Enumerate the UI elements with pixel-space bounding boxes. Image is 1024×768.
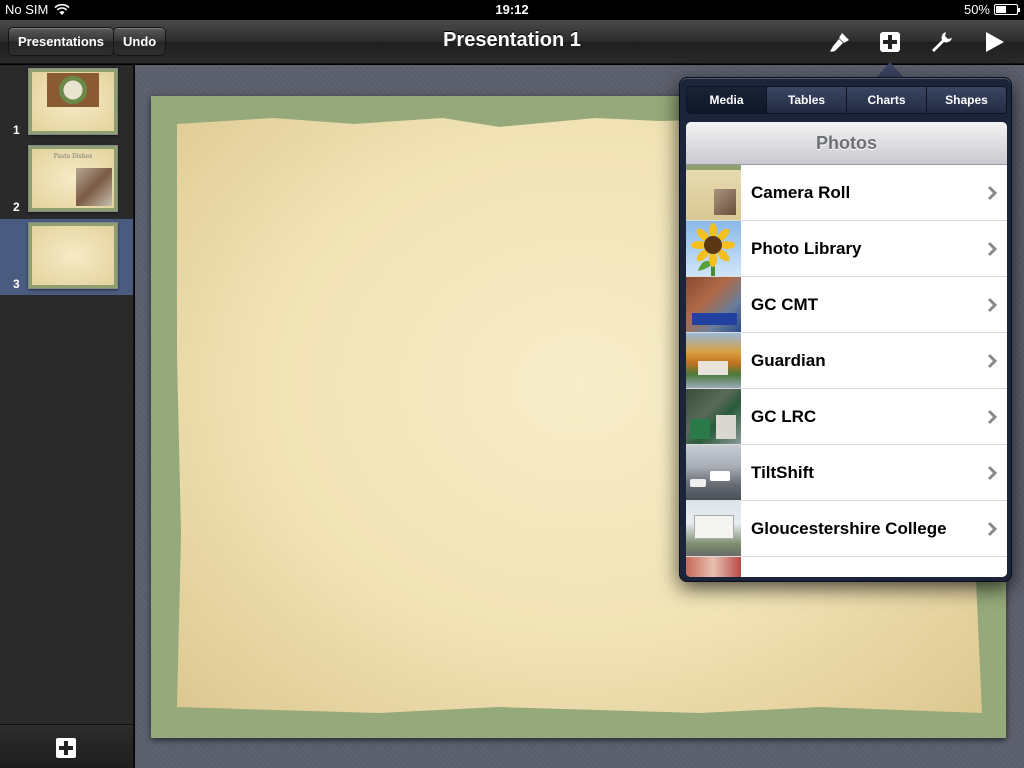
album-label: GC CMT	[751, 295, 819, 314]
album-photo-library[interactable]: Photo Library	[686, 221, 1007, 277]
album-camera-roll[interactable]: Camera Roll	[686, 165, 1007, 221]
toolbar: Presentations Undo Presentation 1	[0, 20, 1024, 64]
chevron-right-icon	[987, 185, 997, 201]
slide-navigator: 1 Pasta Dishes 2 3	[0, 65, 134, 768]
chevron-right-icon	[987, 353, 997, 369]
tab-charts[interactable]: Charts	[847, 87, 927, 113]
album-partial[interactable]	[686, 557, 1007, 577]
status-bar: No SIM 19:12 50%	[0, 0, 1024, 20]
clock: 19:12	[495, 2, 529, 17]
album-label: Camera Roll	[751, 183, 851, 202]
battery-percent: 50%	[963, 2, 990, 17]
album-list: Photos Camera Roll Photo Library GC CMT …	[686, 122, 1007, 577]
battery-icon	[994, 4, 1020, 15]
list-header: Photos	[686, 122, 1007, 165]
album-label: Gloucestershire College	[751, 519, 947, 538]
album-thumbnail	[686, 445, 741, 500]
album-thumbnail	[686, 221, 741, 276]
album-label: Photo Library	[751, 239, 862, 258]
album-label: Guardian	[751, 351, 826, 370]
chevron-right-icon	[987, 521, 997, 537]
slide-number: 3	[13, 277, 20, 291]
album-thumbnail	[686, 277, 741, 332]
album-thumbnail	[686, 333, 741, 388]
play-icon[interactable]	[980, 29, 1008, 55]
slide-preview: Pasta Dishes	[28, 145, 118, 212]
document-title: Presentation 1	[443, 29, 581, 51]
add-icon[interactable]	[876, 29, 904, 55]
album-gc-cmt[interactable]: GC CMT	[686, 277, 1007, 333]
slide-thumbnail-1[interactable]: 1	[0, 65, 133, 141]
slide-preview	[28, 68, 118, 135]
album-gc-lrc[interactable]: GC LRC	[686, 389, 1007, 445]
album-thumbnail	[686, 165, 741, 220]
album-label: TiltShift	[751, 463, 814, 482]
slide-thumbnail-3[interactable]: 3	[0, 219, 133, 295]
insert-tabs: Media Tables Charts Shapes	[686, 86, 1007, 114]
album-tiltshift[interactable]: TiltShift	[686, 445, 1007, 501]
wrench-icon[interactable]	[928, 29, 956, 55]
popover-arrow	[876, 62, 904, 78]
chevron-right-icon	[987, 297, 997, 313]
album-thumbnail	[686, 389, 741, 444]
chevron-right-icon	[987, 465, 997, 481]
add-slide-icon[interactable]	[55, 737, 77, 759]
tab-shapes[interactable]: Shapes	[927, 87, 1006, 113]
media-popover: Media Tables Charts Shapes Photos Camera…	[679, 77, 1012, 582]
album-thumbnail	[686, 557, 741, 577]
slide-preview	[28, 222, 118, 289]
album-label: GC LRC	[751, 407, 817, 426]
chevron-right-icon	[987, 409, 997, 425]
album-thumbnail	[686, 501, 741, 556]
chevron-right-icon	[987, 241, 997, 257]
slide-thumbnail-2[interactable]: Pasta Dishes 2	[0, 142, 133, 218]
tab-media[interactable]: Media	[687, 87, 767, 113]
slide-number: 1	[13, 123, 20, 137]
paintbrush-icon[interactable]	[826, 29, 854, 55]
slide-title: Pasta Dishes	[53, 153, 93, 160]
sidebar-footer	[0, 724, 133, 768]
album-guardian[interactable]: Guardian	[686, 333, 1007, 389]
tab-tables[interactable]: Tables	[767, 87, 847, 113]
slide-number: 2	[13, 200, 20, 214]
album-gloucestershire-college[interactable]: Gloucestershire College	[686, 501, 1007, 557]
